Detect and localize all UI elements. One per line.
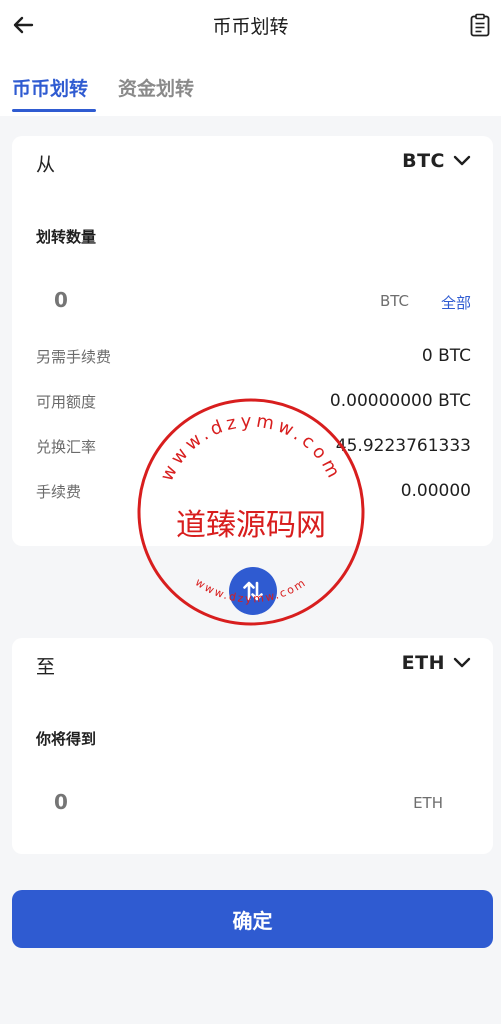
tab-fund-transfer[interactable]: 资金划转 xyxy=(118,74,194,101)
transfer-tabs: 币币划转 资金划转 xyxy=(0,52,501,116)
receive-amount-field[interactable] xyxy=(54,785,314,819)
from-coin-name: BTC xyxy=(402,150,445,172)
chevron-down-icon xyxy=(453,657,471,668)
chevron-down-icon xyxy=(453,155,471,166)
extra-fee-label: 另需手续费 xyxy=(36,347,112,366)
clipboard-list-icon xyxy=(470,13,490,37)
tab-spot-transfer[interactable]: 币币划转 xyxy=(12,74,88,101)
to-card: 至 ETH 你将得到 ETH xyxy=(12,638,493,854)
confirm-button[interactable]: 确定 xyxy=(12,890,493,948)
to-coin-name: ETH xyxy=(401,652,445,674)
available-value: 0.00000000 BTC xyxy=(329,391,471,411)
swap-direction-button[interactable] xyxy=(229,567,277,615)
fee-value: 0.00000 xyxy=(400,481,471,501)
receive-label: 你将得到 xyxy=(36,730,97,748)
exchange-rate-row: 兑换汇率 45.9223761333 xyxy=(36,434,471,458)
page-title: 币币划转 xyxy=(212,16,289,38)
fee-row: 手续费 0.00000 xyxy=(36,479,471,503)
receive-unit: ETH xyxy=(413,794,443,812)
available-row: 可用额度 0.00000000 BTC xyxy=(36,389,471,413)
to-label: 至 xyxy=(36,656,56,678)
amount-unit: BTC xyxy=(379,292,409,310)
from-label: 从 xyxy=(36,154,56,176)
top-bar: 币币划转 xyxy=(0,0,501,52)
transfer-amount-label: 划转数量 xyxy=(36,228,97,246)
extra-fee-value: 0 BTC xyxy=(421,346,471,366)
transfer-amount-input[interactable] xyxy=(54,283,314,317)
from-card: 从 BTC 划转数量 BTC 全部 另需手续费 0 BTC 可用额度 0.000… xyxy=(12,136,493,546)
extra-fee-row: 另需手续费 0 BTC xyxy=(36,344,471,368)
from-coin-select[interactable]: BTC xyxy=(402,150,471,172)
swap-vertical-icon xyxy=(243,581,263,601)
exchange-rate-label: 兑换汇率 xyxy=(36,437,97,456)
active-tab-indicator xyxy=(12,109,96,112)
records-button[interactable] xyxy=(465,10,495,40)
all-amount-button[interactable]: 全部 xyxy=(441,292,471,313)
to-coin-select[interactable]: ETH xyxy=(402,652,471,674)
exchange-rate-value: 45.9223761333 xyxy=(335,436,471,456)
available-label: 可用额度 xyxy=(36,392,97,411)
fee-label: 手续费 xyxy=(36,482,82,501)
